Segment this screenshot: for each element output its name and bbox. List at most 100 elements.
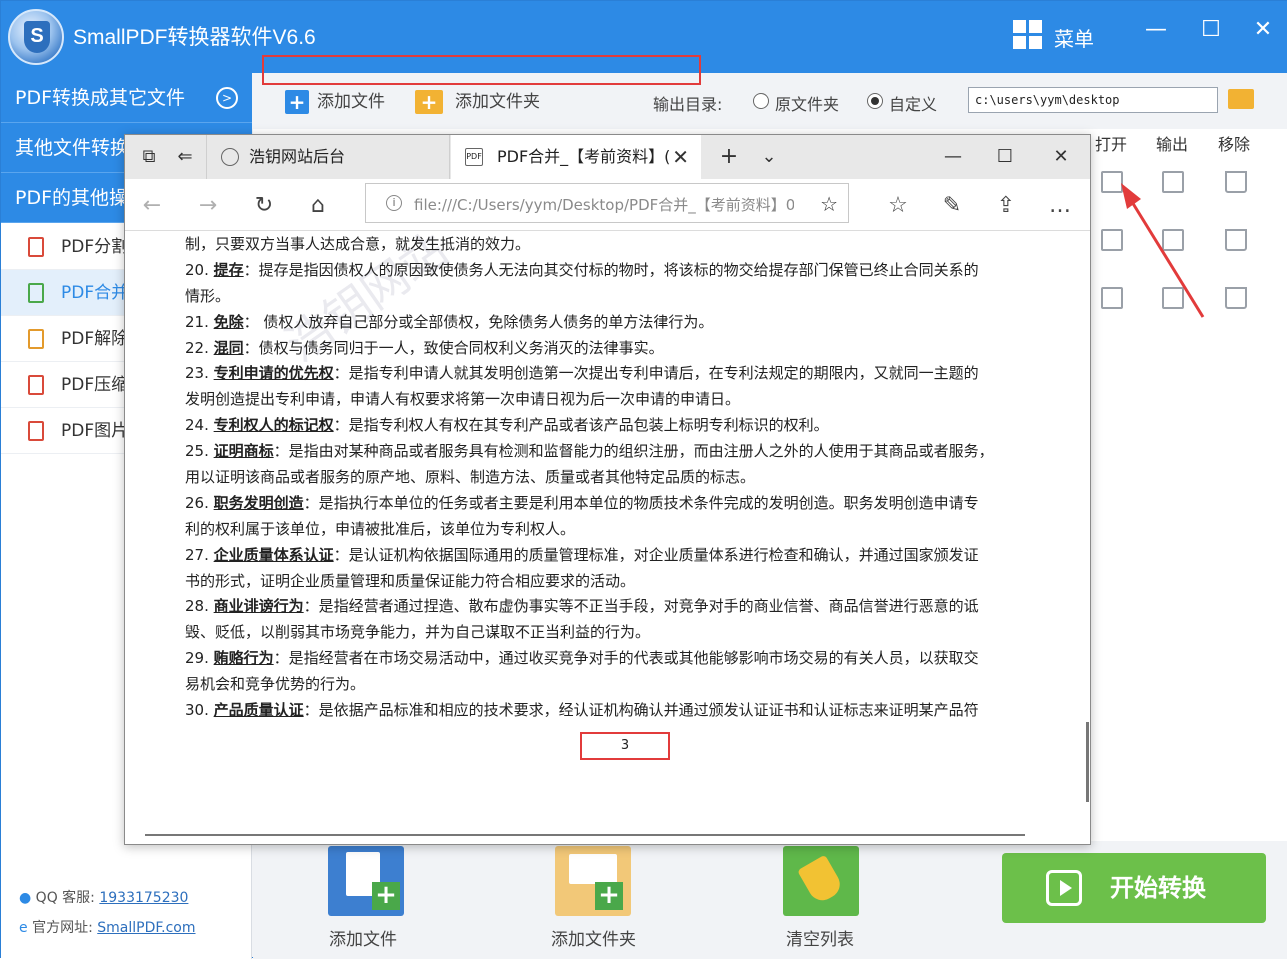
document-span: 易机会和竞争优势的行为。 [185, 675, 366, 694]
document-line: 易机会和竞争优势的行为。 [185, 672, 1061, 698]
close-icon[interactable]: ✕ [1043, 135, 1079, 179]
tab-admin[interactable]: 浩钥网站后台 [206, 135, 450, 179]
col-header-output: 输出 [1156, 135, 1189, 154]
document-span: ：提存是指因债权人的原因致使债务人无法向其交付标的物时，将该标的物交给提存部门保… [243, 260, 979, 279]
document-span: ：是认证机构依据国际通用的质量管理标准，对企业质量体系进行检查和确认，并通过国家… [333, 545, 979, 564]
trash-icon[interactable] [1225, 229, 1247, 251]
document-span: 发明创造提出专利申请，申请人有权要求将第一次申请日视为后一次申请的申请日。 [185, 390, 741, 409]
trash-icon[interactable] [1225, 171, 1247, 193]
qq-label: QQ 客服: [35, 890, 95, 906]
document-term: 专利权人的标记权 [213, 416, 334, 435]
add-file-button[interactable]: + 添加文件 [285, 87, 385, 117]
document-span: ：是指由对某种商品或者服务具有检测和监督能力的组织注册，而由注册人之外的人使用于… [273, 442, 994, 461]
document-span: 利的权利属于该单位，申请被批准后，该单位为专利权人。 [185, 519, 576, 538]
document-line: 利的权利属于该单位，申请被批准后，该单位为专利权人。 [185, 517, 1061, 543]
document-span: 制，只要双方当事人达成合意，就发生抵消的效力。 [185, 235, 531, 253]
pdf-icon [28, 237, 44, 257]
document-span: ：债权与债务同归于一人，致使合同权利义务消灭的法律事实。 [243, 338, 664, 357]
vertical-scrollbar[interactable] [1086, 722, 1089, 802]
browser-tab-strip: ⧉ ⇐ 浩钥网站后台 PDF PDF合并_【考前资料】( ✕ + ⌄ — ☐ ✕ [125, 135, 1090, 179]
document-term: 混同 [213, 338, 244, 357]
clear-list-label[interactable]: 清空列表 [786, 925, 854, 950]
horizontal-scrollbar[interactable] [145, 834, 1025, 836]
chevron-down-icon[interactable]: ⌄ [751, 135, 787, 179]
maximize-icon[interactable]: ☐ [987, 135, 1023, 179]
tab-title: PDF合并_【考前资料】( [497, 147, 671, 166]
browser-window: ⧉ ⇐ 浩钥网站后台 PDF PDF合并_【考前资料】( ✕ + ⌄ — ☐ ✕… [124, 134, 1091, 845]
home-icon[interactable]: ⌂ [303, 191, 333, 221]
add-folder-icon: + [415, 90, 443, 114]
menu-button[interactable]: 菜单 [1054, 23, 1094, 52]
pdf-tab-icon: PDF [465, 148, 483, 166]
app-title: SmallPDF转换器软件V6.6 [73, 26, 316, 49]
share-icon[interactable]: ⇪ [991, 191, 1021, 221]
document-span: ： 债权人放弃自己部分或全部债权，免除债务人债务的单方法律行为。 [243, 312, 714, 331]
document-term: 专利申请的优先权 [213, 364, 334, 383]
sidebar-item-label: PDF图片 [61, 421, 129, 441]
tab-title: 浩钥网站后台 [249, 147, 346, 166]
site-link[interactable]: SmallPDF.com [97, 920, 195, 936]
document-line: 26. 职务发明创造：是指执行本单位的任务或者主要是利用本单位的物质技术条件完成… [185, 491, 1061, 517]
add-file-large-label[interactable]: 添加文件 [329, 925, 397, 950]
tab-close-icon[interactable]: ✕ [672, 135, 689, 179]
menu-grid-icon[interactable] [1013, 20, 1043, 50]
add-file-label: 添加文件 [317, 92, 385, 112]
add-folder-large-label[interactable]: 添加文件夹 [551, 925, 636, 950]
back-icon[interactable]: ← [137, 191, 167, 221]
add-file-large-icon[interactable]: + [328, 846, 404, 916]
tab-pdf-merge[interactable]: PDF PDF合并_【考前资料】( ✕ [451, 135, 701, 179]
app-window: S SmallPDF转换器软件V6.6 菜单 — ☐ ✕ PDF转换成其它文件 … [0, 0, 1287, 959]
document-span: 用以证明该商品或者服务的原产地、原料、制造方法、质量或者其他特定品质的标志。 [185, 468, 756, 487]
document-line: 22. 混同：债权与债务同归于一人，致使合同权利义务消灭的法律事实。 [185, 336, 1061, 362]
output-path-field[interactable]: c:\users\yym\desktop [968, 87, 1218, 113]
ie-icon: e [19, 920, 28, 936]
play-icon [1046, 870, 1082, 906]
new-tab-icon[interactable]: + [711, 135, 747, 179]
maximize-icon[interactable]: ☐ [1196, 15, 1226, 45]
tab-back-icon[interactable]: ⇐ [167, 135, 203, 179]
minimize-icon[interactable]: — [935, 135, 971, 179]
more-icon[interactable]: … [1045, 191, 1075, 221]
forward-icon[interactable]: → [193, 191, 223, 221]
radio-custom-folder[interactable]: 自定义 [867, 91, 937, 115]
refresh-icon[interactable]: ↻ [249, 191, 279, 221]
document-line: 发明创造提出专利申请，申请人有权要求将第一次申请日视为后一次申请的申请日。 [185, 387, 1061, 413]
radio-dot [867, 93, 883, 109]
star-icon[interactable]: ☆ [820, 192, 838, 216]
qq-link[interactable]: 1933175230 [99, 890, 188, 906]
address-bar[interactable]: i file:///C:/Users/yym/Desktop/PDF合并_【考前… [365, 183, 849, 223]
folder-browse-icon[interactable] [1228, 89, 1254, 109]
radio-original-folder[interactable]: 原文件夹 [753, 91, 839, 115]
document-term: 免除 [213, 312, 244, 331]
add-file-icon: + [285, 90, 309, 114]
pen-icon[interactable]: ✎ [937, 191, 967, 221]
document-term: 证明商标 [213, 442, 274, 461]
red-arrow-icon [1121, 183, 1205, 318]
info-icon[interactable]: i [386, 195, 402, 211]
favorites-icon[interactable]: ☆ [883, 191, 913, 221]
trash-icon[interactable] [1225, 287, 1247, 309]
col-header-remove: 移除 [1218, 135, 1251, 154]
document-line: 书的形式，证明企业质量管理和质量保证能力符合相应要求的活动。 [185, 569, 1061, 595]
broom-icon[interactable] [783, 846, 859, 916]
document-span: 情形。 [185, 286, 231, 305]
document-term: 产品质量认证 [213, 701, 304, 720]
document-line: 30. 产品质量认证：是依据产品标准和相应的技术要求，经认证机构确认并通过颁发认… [185, 698, 1061, 724]
sidebar-category-label: PDF的其他操 [15, 187, 129, 209]
start-convert-button[interactable]: 开始转换 [1002, 853, 1266, 923]
sidebar-category-pdf-to-other[interactable]: PDF转换成其它文件 > [1, 73, 252, 123]
start-convert-label: 开始转换 [1110, 874, 1206, 902]
minimize-icon[interactable]: — [1141, 15, 1171, 45]
add-folder-button[interactable]: + 添加文件夹 [415, 87, 540, 117]
address-text[interactable]: file:///C:/Users/yym/Desktop/PDF合并_【考前资料… [414, 194, 794, 215]
pdf-document-view: 浩钥网站 制，只要双方当事人达成合意，就发生抵消的效力。 20. 提存：提存是指因… [125, 232, 1090, 836]
document-span: 29. [185, 649, 214, 668]
close-icon[interactable]: ✕ [1248, 15, 1278, 45]
output-dir-label: 输出目录: [653, 95, 723, 114]
add-folder-large-icon[interactable]: + [555, 846, 631, 916]
document-term: 职务发明创造 [213, 493, 304, 512]
tab-sets-icon[interactable]: ⧉ [131, 135, 167, 179]
document-span: ：是指执行本单位的任务或者主要是利用本单位的物质技术条件完成的发明创造。职务发明… [303, 493, 979, 512]
site-label: 官方网址: [32, 920, 93, 936]
pdf-icon [28, 283, 44, 303]
